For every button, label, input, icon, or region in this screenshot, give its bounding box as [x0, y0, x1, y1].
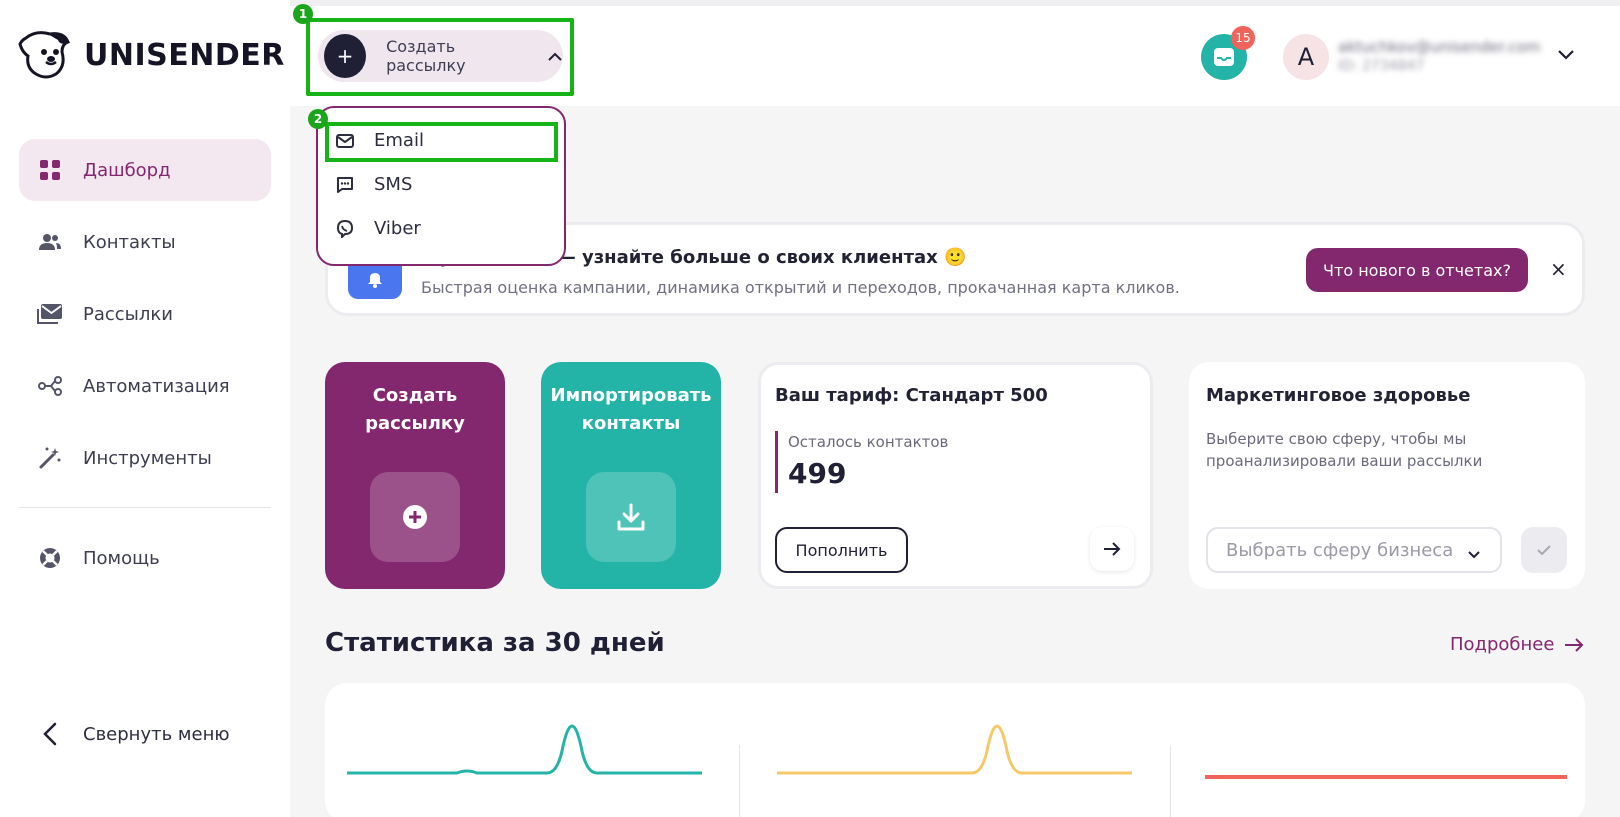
import-card-title-line1: Импортировать: [550, 385, 712, 406]
sidebar-item-tools[interactable]: Инструменты: [19, 427, 271, 489]
arrow-right-icon: [1104, 542, 1121, 556]
grid-icon: [37, 157, 63, 183]
plus-circle-icon: [403, 505, 427, 529]
contacts-left-value: 499: [788, 457, 847, 490]
create-campaign-button[interactable]: + Создать рассылку: [318, 30, 563, 82]
banner-close-icon[interactable]: ×: [1550, 257, 1567, 281]
create-card-title-line2: рассылку: [365, 413, 465, 434]
mail-stack-icon: [37, 301, 63, 327]
create-card-title-line1: Создать: [372, 385, 458, 406]
sidebar-item-label: Контакты: [83, 231, 176, 253]
brand-name: UNISENDER: [84, 37, 285, 73]
sidebar-item-help[interactable]: Помощь: [19, 527, 271, 589]
account-menu-chevron-down-icon[interactable]: [1557, 46, 1575, 65]
stats-sparkline-teal: [347, 724, 702, 775]
account-email: aktuchkov@unisender.com: [1338, 38, 1541, 56]
step-badge-1: 1: [293, 4, 313, 24]
envelope-icon: [336, 133, 354, 148]
tariff-title: Ваш тариф: Стандарт 500: [775, 385, 1048, 406]
business-sphere-select[interactable]: Выбрать сферу бизнеса: [1206, 527, 1502, 573]
share-nodes-icon: [37, 373, 63, 399]
import-card-title: Импортировать контакты: [541, 382, 721, 438]
chevron-down-icon: [1468, 543, 1480, 564]
collapse-menu-button[interactable]: Свернуть меню: [19, 703, 271, 765]
check-icon: [1537, 545, 1551, 555]
plus-icon: +: [324, 34, 367, 78]
stats-more-link[interactable]: Подробнее: [1450, 634, 1584, 655]
topup-button[interactable]: Пополнить: [775, 527, 908, 573]
users-icon: [37, 229, 63, 255]
step-badge-2: 2: [308, 109, 328, 129]
import-contacts-card[interactable]: Импортировать контакты: [541, 362, 721, 589]
dropdown-item-sms[interactable]: SMS: [336, 174, 412, 195]
arrow-right-icon: [1565, 637, 1584, 652]
create-campaign-label: Создать рассылку: [386, 37, 466, 75]
magic-wand-icon: [37, 445, 63, 471]
confirm-sphere-button[interactable]: [1521, 527, 1567, 573]
chevron-left-icon: [37, 721, 63, 747]
dropdown-item-label: Viber: [374, 218, 421, 239]
sidebar: UNISENDER Дашборд Контакты Рассылки Авто…: [0, 0, 290, 817]
sidebar-divider: [19, 507, 271, 508]
create-card-title: Создать рассылку: [325, 382, 505, 438]
health-title: Маркетинговое здоровье: [1206, 385, 1471, 406]
sidebar-item-label: Рассылки: [83, 303, 173, 325]
collapse-menu-label: Свернуть меню: [83, 723, 230, 745]
dropdown-item-label: SMS: [374, 174, 413, 195]
import-card-title-line2: контакты: [581, 413, 681, 434]
chat-icon: [337, 176, 353, 193]
stats-separator: [739, 745, 740, 817]
sidebar-item-automation[interactable]: Автоматизация: [19, 355, 271, 417]
dropdown-item-label: Email: [374, 130, 424, 151]
lifebuoy-icon: [37, 545, 63, 571]
tariff-arrow-button[interactable]: [1090, 527, 1134, 571]
create-campaign-card[interactable]: Создать рассылку: [325, 362, 505, 589]
stats-more-label: Подробнее: [1450, 634, 1555, 655]
create-campaign-dropdown: Email SMS Viber: [316, 106, 566, 266]
stats-separator: [1170, 745, 1171, 817]
dropdown-item-viber[interactable]: Viber: [336, 218, 421, 239]
download-icon: [617, 503, 645, 531]
dropdown-item-email[interactable]: Email: [336, 130, 424, 151]
whats-new-reports-button[interactable]: Что нового в отчетах?: [1306, 248, 1528, 292]
banner-subtitle: Быстрая оценка кампании, динамика открыт…: [421, 278, 1180, 297]
stats-title: Статистика за 30 дней: [325, 628, 665, 658]
create-card-icon-box: [370, 472, 460, 562]
stats-sparkline-red: [1205, 775, 1567, 779]
viber-icon: [336, 219, 354, 238]
chevron-up-icon: [547, 47, 563, 66]
notifications-count-badge: 15: [1231, 26, 1255, 50]
sidebar-item-label: Дашборд: [83, 159, 171, 181]
inbox-icon: [1214, 48, 1234, 66]
sidebar-item-dashboard[interactable]: Дашборд: [19, 139, 271, 201]
sidebar-item-campaigns[interactable]: Рассылки: [19, 283, 271, 345]
account-id: ID: 2734847: [1338, 58, 1425, 74]
sidebar-item-label: Помощь: [83, 547, 160, 569]
import-card-icon-box: [586, 472, 676, 562]
sidebar-item-label: Автоматизация: [83, 375, 230, 397]
stats-sparkline-yellow: [777, 724, 1132, 775]
health-description: Выберите свою сферу, чтобы мы проанализи…: [1206, 430, 1483, 470]
sidebar-item-contacts[interactable]: Контакты: [19, 211, 271, 273]
dog-logo-icon: [18, 31, 70, 79]
marketing-health-card: Маркетинговое здоровье Выберите свою сфе…: [1189, 362, 1585, 589]
contacts-left-label: Осталось контактов: [788, 433, 949, 451]
avatar[interactable]: A: [1283, 34, 1329, 80]
sidebar-item-label: Инструменты: [83, 447, 212, 469]
tariff-card: Ваш тариф: Стандарт 500 Осталось контакт…: [758, 362, 1153, 589]
logo[interactable]: UNISENDER: [18, 30, 285, 80]
business-sphere-placeholder: Выбрать сферу бизнеса: [1226, 539, 1454, 561]
tariff-accent-bar: [775, 431, 778, 493]
stats-panel: [325, 683, 1585, 817]
